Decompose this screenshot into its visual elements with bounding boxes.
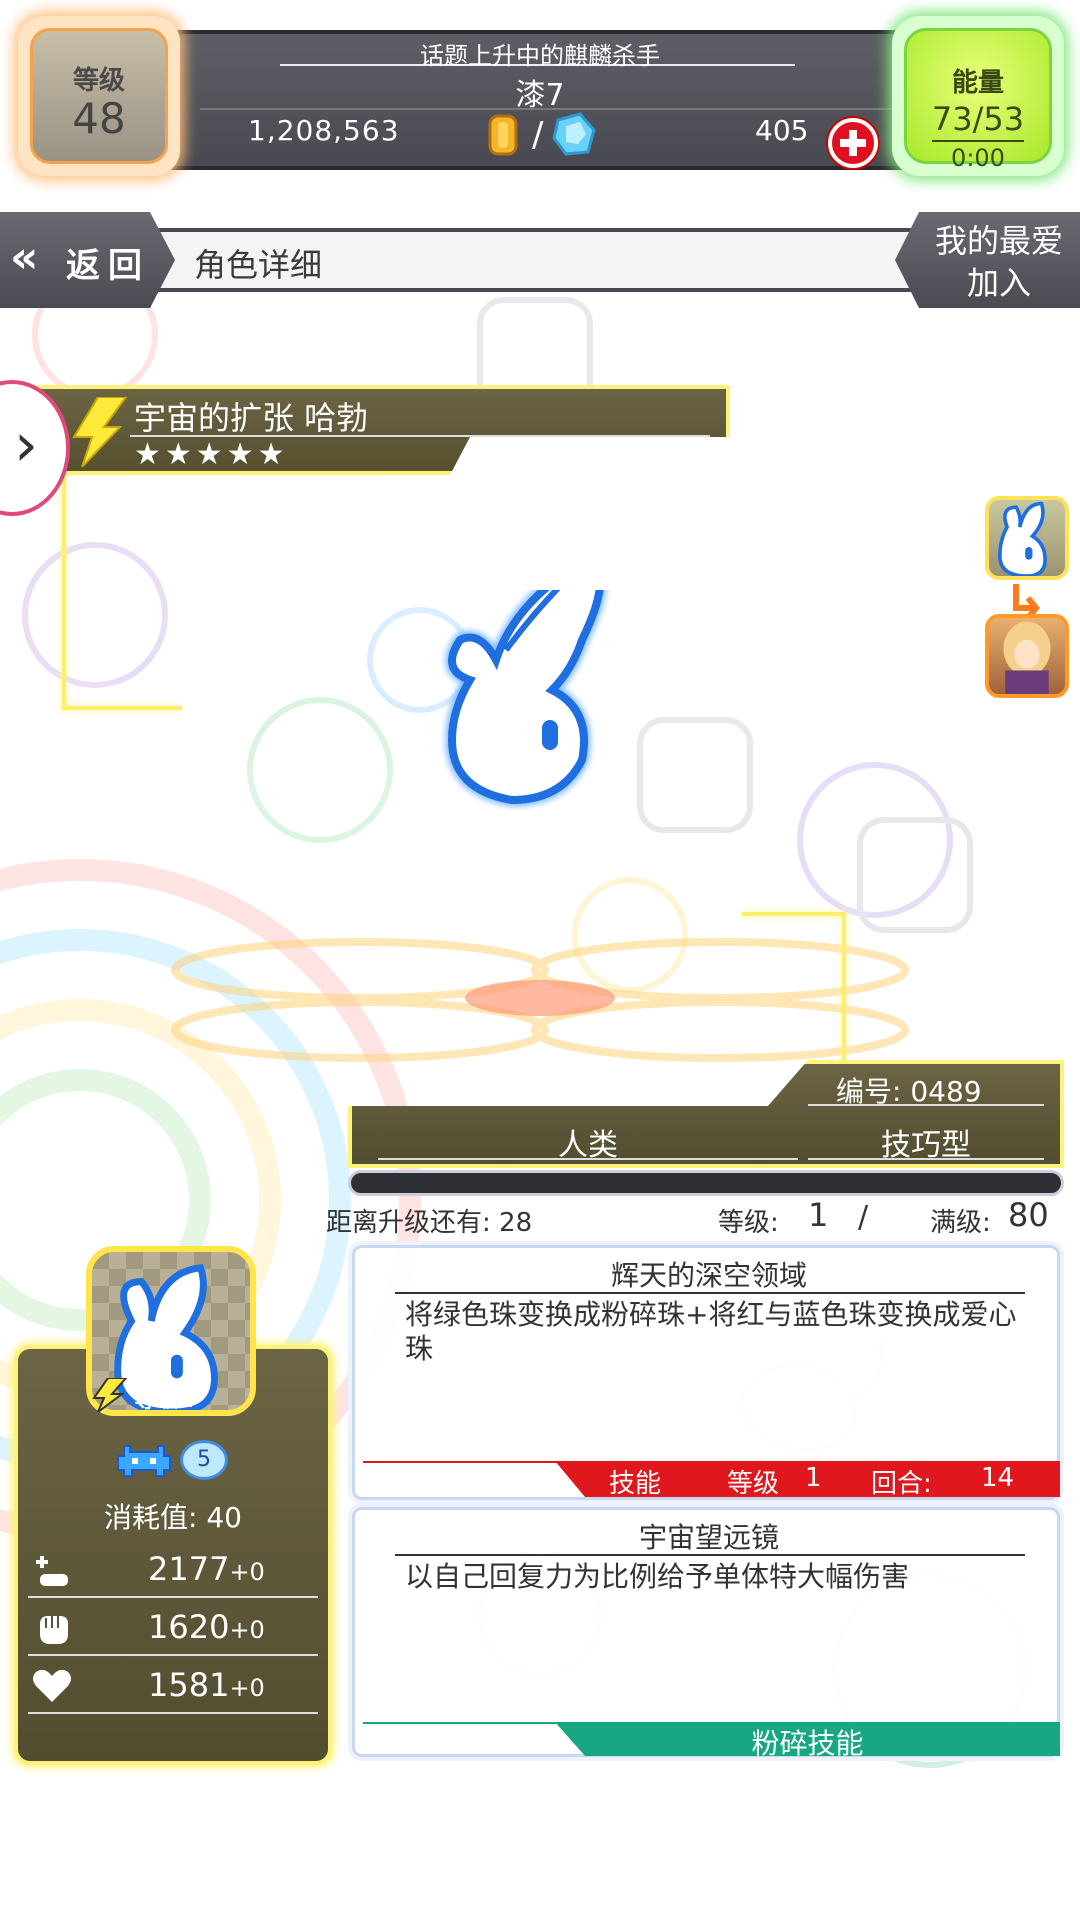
fist-icon xyxy=(40,1616,68,1644)
invader-icon xyxy=(117,1445,171,1477)
current-level-value: 1 xyxy=(808,1196,829,1234)
skill-info-bar: 技能 等级 1 回合: 14 xyxy=(555,1461,1060,1497)
attack-bonus: +0 xyxy=(229,1616,265,1644)
smash-skill-box[interactable]: 宇宙望远镜 以自己回复力为比例给予单体特大幅伤害 粉碎技能 xyxy=(352,1507,1060,1757)
currency-separator: / xyxy=(532,115,544,155)
energy-timer: 0:00 xyxy=(951,144,1005,172)
exp-progress-bar xyxy=(348,1170,1064,1196)
energy-value: 73/53 xyxy=(931,100,1025,138)
add-gems-button[interactable] xyxy=(828,118,878,168)
level-separator: / xyxy=(858,1200,869,1235)
smash-skill-description: 以自己回复力为比例给予单体特大幅伤害 xyxy=(405,1560,910,1593)
favorite-label-line2: 加入 xyxy=(966,264,1031,302)
energy-label: 能量 xyxy=(951,68,1004,98)
chevron-right-icon: › xyxy=(14,410,38,480)
skill-description: 将绿色珠变换成粉碎珠+将红与蓝色珠变换成爱心珠 xyxy=(405,1298,1017,1365)
hp-bonus: +0 xyxy=(229,1558,265,1586)
evolution-arrow-icon xyxy=(1013,584,1040,618)
skill-level-value: 1 xyxy=(805,1463,822,1493)
cost-value: 消耗值: 40 xyxy=(104,1501,242,1534)
stat-row-attack: 1620+0 xyxy=(28,1598,320,1656)
level-value: 48 xyxy=(72,94,126,143)
double-chevron-left-icon: « xyxy=(10,232,39,283)
rarity-stars: ★★★★★ xyxy=(134,437,289,472)
character-header: 宇宙的扩张 哈勃 ★★★★★ xyxy=(30,385,730,485)
smash-skill-type-label: 粉碎技能 xyxy=(751,1727,864,1760)
smash-skill-name: 宇宙望远镜 xyxy=(638,1521,779,1554)
favorite-label-line1: 我的最爱 xyxy=(934,222,1063,260)
heart-icon xyxy=(33,1670,71,1702)
character-info-header: 编号: 0489 人类 技巧型 xyxy=(348,1060,1064,1168)
exp-remaining: 距离升级还有: 28 xyxy=(326,1208,533,1238)
coin-gem-icon: / xyxy=(488,112,596,156)
type-count-badge: 5 xyxy=(180,1440,228,1480)
current-level-label: 等级: xyxy=(718,1208,779,1238)
character-portrait xyxy=(444,590,607,808)
evolution-thumb-current[interactable] xyxy=(985,496,1069,580)
coin-count: 1,208,563 xyxy=(248,114,400,147)
evolution-thumb-next[interactable] xyxy=(985,614,1069,698)
lightning-icon xyxy=(72,397,128,467)
character-name: 宇宙的扩张 哈勃 xyxy=(134,399,369,437)
gem-count: 405 xyxy=(755,114,809,147)
skill-name: 辉天的深空领域 xyxy=(610,1259,807,1292)
player-title: 话题上升中的麒麟杀手 xyxy=(420,42,660,70)
lightning-icon xyxy=(92,1378,128,1412)
avatar-level-text: 等级1 xyxy=(134,1388,194,1413)
status-bar: 话题上升中的麒麟杀手 漆7 1,208,563 / 405 等级 48 能量 7… xyxy=(0,0,1080,190)
character-portrait-icon xyxy=(1003,621,1051,694)
add-favorite-button[interactable]: 我的最爱 加入 xyxy=(895,212,1080,308)
stat-row-recovery: 1581+0 xyxy=(28,1656,320,1714)
stat-row-hp: 2177+0 xyxy=(28,1540,320,1598)
recovery-bonus: +0 xyxy=(229,1674,265,1702)
back-label: 返回 xyxy=(66,246,150,286)
energy-box[interactable]: 能量 73/53 0:00 xyxy=(892,16,1064,176)
smash-skill-bar: 粉碎技能 xyxy=(555,1722,1060,1756)
skill-type-label: 技能 xyxy=(609,1469,662,1499)
skill-turns-value: 14 xyxy=(981,1463,1015,1493)
rabbit-icon xyxy=(998,501,1047,578)
max-level-value: 80 xyxy=(1008,1196,1049,1234)
active-skill-box[interactable]: 辉天的深空领域 将绿色珠变换成粉碎珠+将红与蓝色珠变换成爱心珠 技能 等级 1 … xyxy=(352,1245,1060,1500)
page-title: 角色详细 xyxy=(194,246,323,284)
attack-value: 1620 xyxy=(148,1608,230,1646)
skill-turns-label: 回合: xyxy=(871,1469,932,1499)
max-level-label: 满级: xyxy=(930,1208,991,1238)
recovery-value: 1581 xyxy=(148,1666,230,1704)
avatar-level-badge: 等级1 xyxy=(88,1378,198,1414)
player-level-box: 等级 48 xyxy=(18,16,180,176)
level-label: 等级 xyxy=(72,66,125,96)
nav-bar: « 返回 角色详细 我的最爱 加入 xyxy=(0,212,1080,308)
hp-value: 2177 xyxy=(148,1550,230,1588)
hp-icon xyxy=(36,1556,68,1586)
back-button[interactable]: « 返回 xyxy=(0,212,175,308)
skill-level-label: 等级 xyxy=(727,1469,780,1499)
